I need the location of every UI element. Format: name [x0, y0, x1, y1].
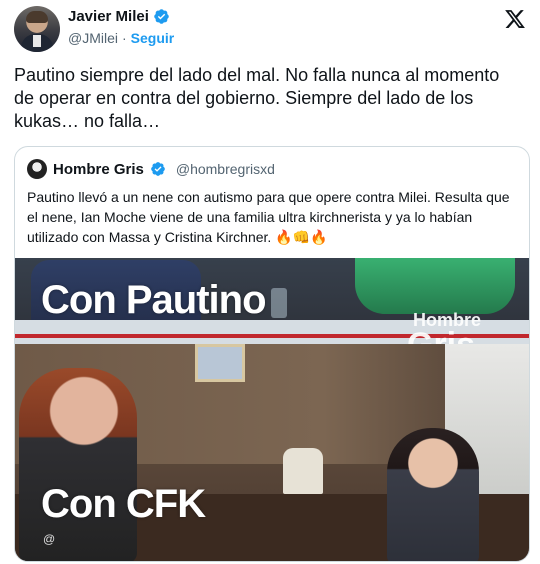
media-panel-top: Con Pautino Hombre Gris	[15, 258, 529, 364]
bottom-person-right	[387, 428, 479, 561]
top-glass	[271, 288, 287, 318]
tweet-header: Javier Milei @JMilei · Seguir	[14, 6, 534, 52]
quoted-avatar	[27, 159, 47, 179]
author-handle[interactable]: @JMilei	[68, 30, 118, 46]
verified-badge-icon	[154, 9, 169, 24]
media-caption-top: Con Pautino	[41, 278, 267, 322]
quoted-tweet[interactable]: Hombre Gris @hombregrisxd Pautino llevó …	[14, 146, 530, 562]
author-handle-row: @JMilei · Seguir	[68, 30, 174, 46]
quoted-text: Pautino llevó a un nene con autismo para…	[27, 189, 510, 245]
author-display-name[interactable]: Javier Milei	[68, 8, 149, 25]
media-caption-bottom: Con CFK	[41, 482, 206, 526]
avatar-hair	[26, 11, 48, 23]
bottom-person-left	[19, 368, 137, 561]
bottom-wall-picture	[195, 344, 245, 382]
avatar-shirt	[33, 35, 41, 47]
follow-button[interactable]: Seguir	[131, 30, 175, 46]
author-avatar[interactable]	[14, 6, 60, 52]
quoted-handle: @hombregrisxd	[175, 161, 275, 177]
quoted-header: Hombre Gris @hombregrisxd	[27, 159, 275, 179]
bottom-statue	[283, 448, 323, 494]
media-panel-bottom: Con CFK @	[15, 344, 529, 561]
handle-separator: ·	[122, 30, 127, 46]
media-corner-mark: @	[43, 532, 56, 546]
quoted-media[interactable]: Con Pautino Hombre Gris Con CFK @	[15, 258, 529, 561]
quoted-display-name: Hombre Gris	[53, 160, 144, 178]
author-name-row: Javier Milei	[68, 8, 170, 25]
top-person-right	[355, 258, 515, 314]
verified-badge-icon	[151, 162, 165, 176]
x-logo-icon[interactable]	[504, 8, 526, 30]
tweet-text: Pautino siempre del lado del mal. No fal…	[14, 65, 500, 131]
